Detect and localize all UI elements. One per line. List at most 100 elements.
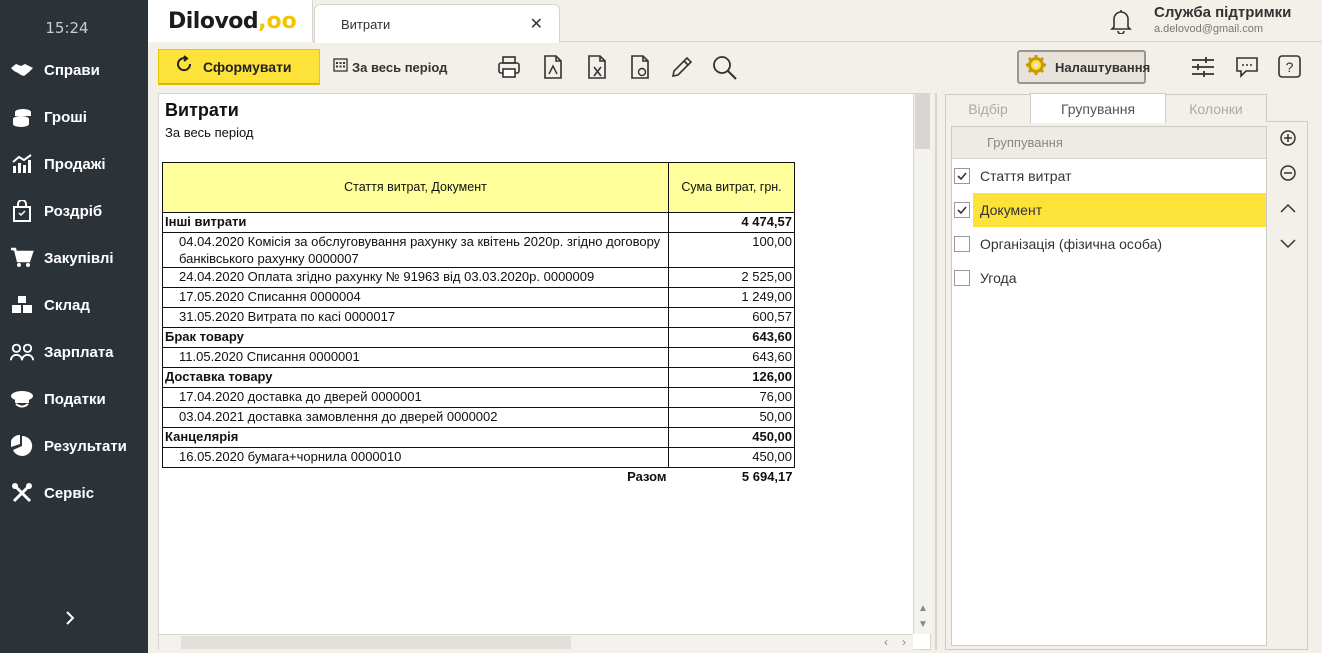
table-row[interactable]: 17.05.2020 Списання 0000004 1 249,00 xyxy=(162,287,795,308)
table-row[interactable]: 11.05.2020 Списання 0000001 643,60 xyxy=(162,347,795,368)
warehouse-boxes-icon xyxy=(10,293,34,317)
grouping-checkbox[interactable] xyxy=(954,236,970,252)
move-down-icon[interactable] xyxy=(1278,233,1298,253)
table-row[interactable]: 17.04.2020 доставка до дверей 0000001 76,… xyxy=(162,387,795,408)
sidebar-item-spravy[interactable]: Справи xyxy=(0,50,148,90)
sliders-icon[interactable] xyxy=(1190,54,1216,80)
help-icon[interactable]: ? xyxy=(1277,54,1303,80)
grouping-item-label: Документ xyxy=(973,193,1266,227)
sidebar-item-rezultaty[interactable]: Результати xyxy=(0,426,148,466)
row-name-cell: 11.05.2020 Списання 0000001 xyxy=(162,347,669,368)
add-circle-icon[interactable] xyxy=(1278,128,1298,148)
document-settings-icon[interactable] xyxy=(627,54,653,80)
sales-chart-icon xyxy=(10,152,34,176)
vertical-scrollbar[interactable]: ▲ ▼ xyxy=(913,94,931,634)
scroll-thumb[interactable] xyxy=(915,94,930,149)
grouping-item[interactable]: Угода xyxy=(952,261,1266,295)
sidebar-item-podatky[interactable]: Податки xyxy=(0,379,148,419)
table-group-row[interactable]: Інші витрати 4 474,57 xyxy=(162,212,795,233)
row-sum-cell: 76,00 xyxy=(668,387,795,408)
support-email: a.delovod@gmail.com xyxy=(1154,23,1263,35)
sidebar-item-zarplata[interactable]: Зарплата xyxy=(0,332,148,372)
logo[interactable]: Dilovod ,oo xyxy=(148,0,313,42)
scroll-right-icon[interactable]: › xyxy=(897,635,911,649)
grouping-list-header: Группування xyxy=(952,127,1266,159)
grouping-item[interactable]: Документ xyxy=(952,193,1266,227)
pie-chart-icon xyxy=(10,434,34,458)
clock: 15:24 xyxy=(45,19,89,37)
settings-button[interactable]: Налаштування xyxy=(1017,50,1150,84)
sidebar-item-servis[interactable]: Сервіс xyxy=(0,473,148,513)
row-name-cell: Доставка товару xyxy=(162,367,669,388)
horizontal-scrollbar[interactable]: ‹ › xyxy=(159,634,913,650)
grouping-checkbox[interactable] xyxy=(954,168,970,184)
top-bar: Dilovod ,oo Витрати ✕ Служба підтримки a.… xyxy=(148,0,1322,43)
scroll-left-icon[interactable]: ‹ xyxy=(879,635,893,649)
bell-icon[interactable] xyxy=(1108,8,1134,35)
sidebar-item-label: Податки xyxy=(44,390,106,408)
row-sum-cell: 600,57 xyxy=(668,307,795,328)
grouping-checkbox[interactable] xyxy=(954,202,970,218)
sidebar-item-label: Зарплата xyxy=(44,343,114,361)
grouping-item[interactable]: Стаття витрат xyxy=(952,159,1266,193)
sidebar-item-zakupivli[interactable]: Закупівлі xyxy=(0,238,148,278)
tab-label: Колонки xyxy=(1189,100,1243,117)
move-up-icon[interactable] xyxy=(1278,199,1298,219)
sidebar-item-label: Продажі xyxy=(44,155,106,173)
scroll-up-icon[interactable]: ▲ xyxy=(916,602,930,616)
sidebar-item-label: Справи xyxy=(44,61,100,79)
form-button-label: Сформувати xyxy=(203,58,292,75)
table-group-row[interactable]: Доставка товару 126,00 xyxy=(162,367,795,388)
grouping-item[interactable]: Організація (фізична особа) xyxy=(952,227,1266,261)
table-row[interactable]: 16.05.2020 бумага+чорнила 0000010 450,00 xyxy=(162,447,795,468)
table-group-row[interactable]: Канцелярія 450,00 xyxy=(162,427,795,448)
close-icon[interactable]: ✕ xyxy=(530,14,543,34)
edit-pencil-icon[interactable] xyxy=(669,54,695,80)
scroll-down-icon[interactable]: ▼ xyxy=(916,618,930,632)
row-sum-cell: 100,00 xyxy=(668,232,795,268)
panel-splitter[interactable] xyxy=(935,93,937,650)
chevron-right-icon[interactable] xyxy=(58,606,82,630)
scroll-thumb[interactable] xyxy=(181,636,571,649)
tab-grouping[interactable]: Групування xyxy=(1030,93,1166,123)
row-name-cell: Канцелярія xyxy=(162,427,669,448)
tab-vytraty[interactable]: Витрати ✕ xyxy=(314,4,560,43)
sidebar-item-label: Закупівлі xyxy=(44,249,114,267)
table-row[interactable]: 24.04.2020 Оплата згідно рахунку № 91963… xyxy=(162,267,795,288)
table-row[interactable]: 04.04.2020 Комісія за обслуговування рах… xyxy=(162,232,795,268)
table-header-row: Стаття витрат, Документ Сума витрат, грн… xyxy=(162,162,795,213)
tab-filter[interactable]: Відбір xyxy=(945,94,1031,122)
table-row[interactable]: 31.05.2020 Витрата по касі 0000017 600,57 xyxy=(162,307,795,328)
period-button[interactable]: За весь період xyxy=(333,57,447,77)
grouping-item-label: Організація (фізична особа) xyxy=(980,236,1163,252)
officer-cap-icon xyxy=(10,387,34,411)
row-name-cell: 17.05.2020 Списання 0000004 xyxy=(162,287,669,308)
print-icon[interactable] xyxy=(496,54,522,80)
remove-circle-icon[interactable] xyxy=(1278,163,1298,183)
sidebar-item-prodazhi[interactable]: Продажі xyxy=(0,144,148,184)
form-button[interactable]: Сформувати xyxy=(158,49,320,85)
search-icon[interactable] xyxy=(711,54,737,80)
report-area: Витрати За весь період Стаття витрат, До… xyxy=(158,93,931,650)
excel-export-icon[interactable] xyxy=(584,54,610,80)
table-group-row[interactable]: Брак товару 643,60 xyxy=(162,327,795,348)
row-sum-cell: 126,00 xyxy=(668,367,795,388)
table-row[interactable]: 03.04.2021 доставка замовлення до дверей… xyxy=(162,407,795,428)
grouping-checkbox[interactable] xyxy=(954,270,970,286)
sidebar: 15:24 Справи Гроші Продажі Роздріб Закуп… xyxy=(0,0,148,653)
support-contact[interactable]: Служба підтримки a.delovod@gmail.com xyxy=(1154,4,1291,35)
sidebar-item-label: Гроші xyxy=(44,108,87,126)
sidebar-item-label: Склад xyxy=(44,296,90,314)
cart-icon xyxy=(10,246,34,270)
shopping-bag-icon xyxy=(10,199,34,223)
support-title: Служба підтримки xyxy=(1154,4,1292,21)
chat-icon[interactable] xyxy=(1234,54,1260,80)
pdf-export-icon[interactable] xyxy=(540,54,566,80)
gear-icon xyxy=(1025,54,1047,81)
tab-columns[interactable]: Колонки xyxy=(1165,94,1267,122)
row-name-cell: 24.04.2020 Оплата згідно рахунку № 91963… xyxy=(162,267,669,288)
sidebar-item-rozdrib[interactable]: Роздріб xyxy=(0,191,148,231)
total-sum: 5 694,17 xyxy=(741,469,793,484)
sidebar-item-sklad[interactable]: Склад xyxy=(0,285,148,325)
sidebar-item-groshi[interactable]: Гроші xyxy=(0,97,148,137)
